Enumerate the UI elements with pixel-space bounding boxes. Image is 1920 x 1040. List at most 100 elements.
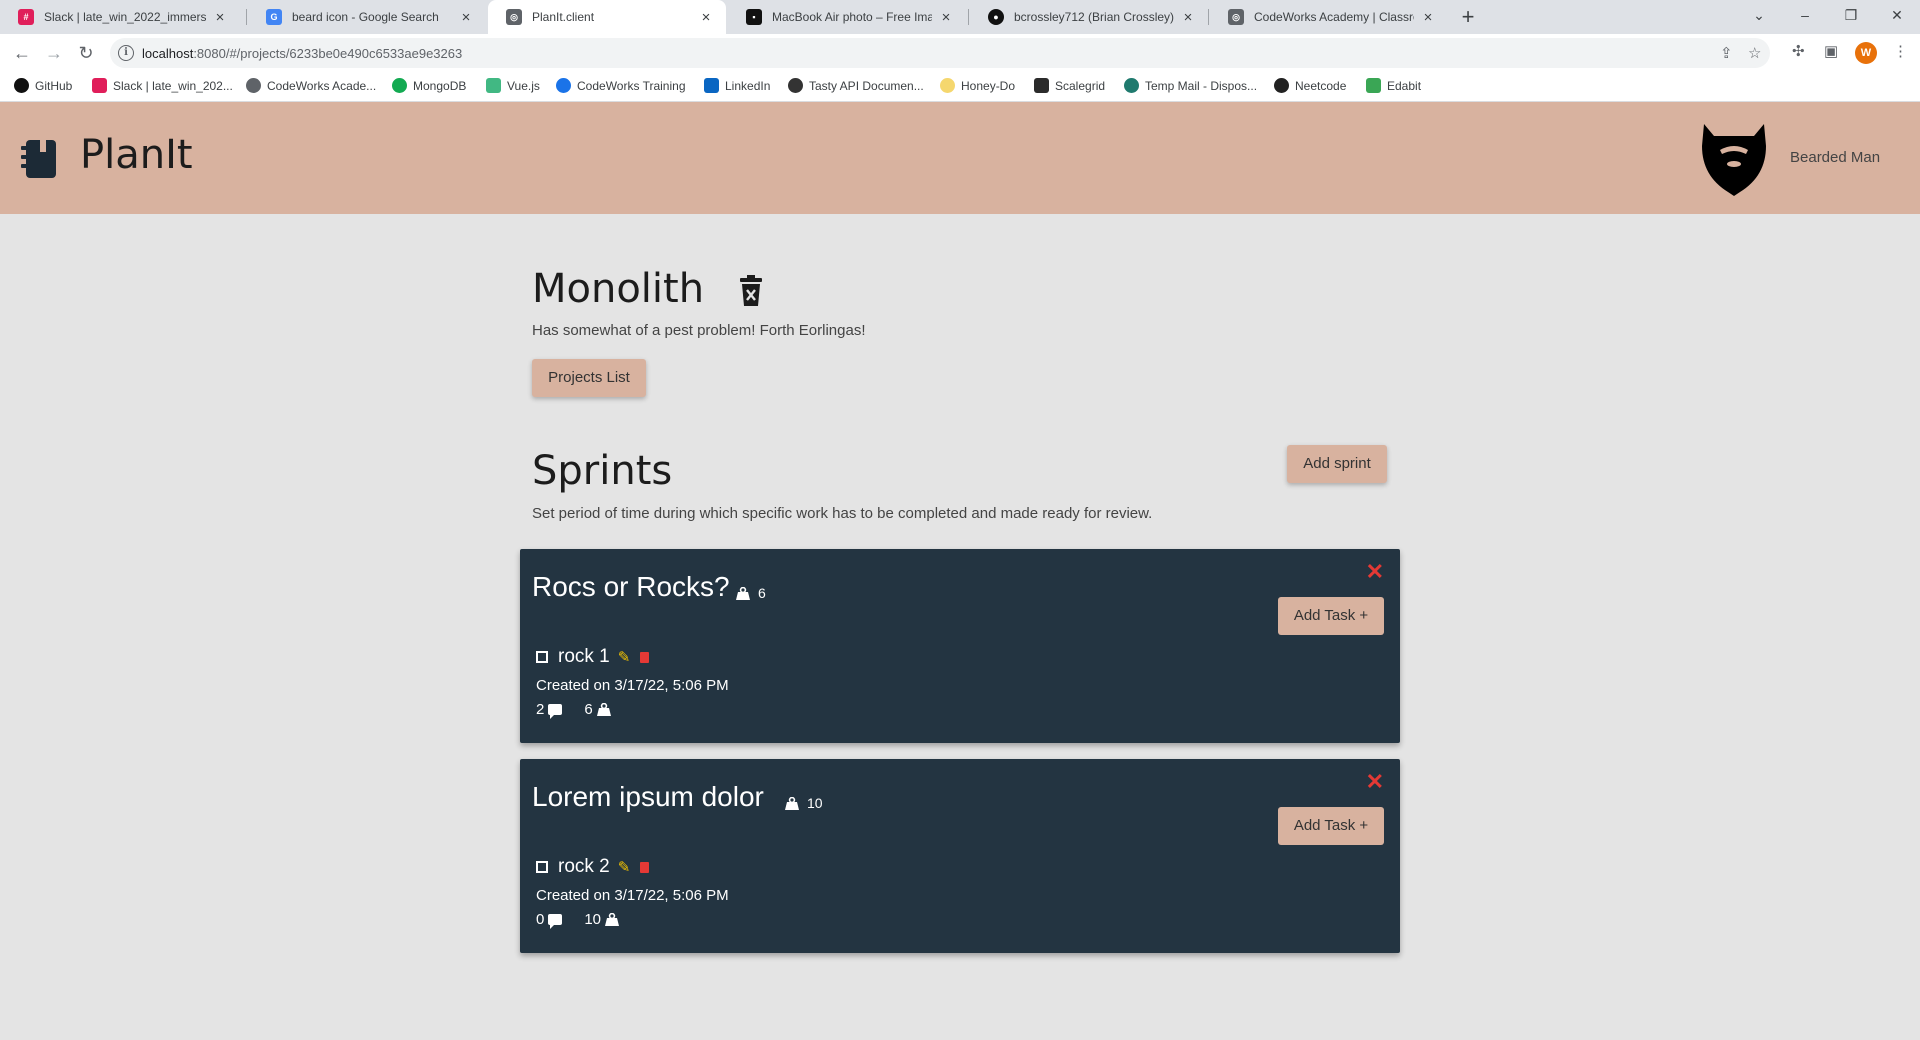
site-info-icon[interactable]: i bbox=[118, 45, 134, 61]
notes-chat-icon[interactable] bbox=[548, 704, 563, 719]
slack-icon: # bbox=[18, 9, 34, 25]
bookmark-label: GitHub bbox=[35, 78, 73, 93]
edit-pencil-icon[interactable]: ✎ bbox=[618, 858, 631, 876]
bookmark-label: CodeWorks Training bbox=[577, 78, 686, 93]
minimize-button[interactable]: – bbox=[1782, 0, 1828, 30]
close-tab-icon[interactable]: × bbox=[458, 9, 474, 26]
task-checkbox[interactable] bbox=[536, 651, 548, 663]
vue-icon bbox=[486, 78, 501, 93]
task-notes-count: 0 bbox=[536, 911, 545, 928]
codeworks-icon: ◎ bbox=[506, 9, 522, 25]
beard-avatar-icon[interactable] bbox=[1700, 120, 1768, 196]
bookmark-edabit[interactable]: Edabit bbox=[1366, 78, 1421, 93]
bookmark-codeworks-academy[interactable]: CodeWorks Acade... bbox=[246, 78, 376, 93]
add-sprint-button[interactable]: Add sprint bbox=[1287, 445, 1387, 483]
side-panel-icon[interactable]: ▣ bbox=[1824, 42, 1838, 60]
add-task-button[interactable]: Add Task + bbox=[1278, 597, 1384, 635]
brand-title[interactable]: PlanIt bbox=[80, 132, 193, 178]
sprint-name: Lorem ipsum dolor bbox=[532, 781, 764, 812]
url-text: localhost:8080/#/projects/6233be0e490c65… bbox=[142, 46, 462, 61]
edit-pencil-icon[interactable]: ✎ bbox=[618, 648, 631, 666]
scalegrid-icon bbox=[1034, 78, 1049, 93]
bookmark-honey-do[interactable]: Honey-Do bbox=[940, 78, 1015, 93]
bookmark-temp-mail[interactable]: Temp Mail - Dispos... bbox=[1124, 78, 1257, 93]
tab-search-icon[interactable]: ⌄ bbox=[1736, 0, 1782, 30]
extensions-icon[interactable]: ✣ bbox=[1792, 42, 1805, 60]
back-button[interactable]: ← bbox=[8, 39, 36, 67]
browser-tab-planit[interactable]: ◎ PlanIt.client × bbox=[488, 0, 726, 34]
address-bar: ← → ↻ i localhost:8080/#/projects/6233be… bbox=[0, 34, 1920, 71]
browser-tab-unsplash[interactable]: ▪ MacBook Air photo – Free Image × bbox=[728, 0, 966, 34]
task-name[interactable]: rock 2 bbox=[558, 856, 610, 878]
task-name[interactable]: rock 1 bbox=[558, 646, 610, 668]
delete-sprint-button[interactable]: ✕ bbox=[1366, 769, 1384, 795]
delete-project-trash-icon[interactable] bbox=[738, 275, 764, 307]
neetcode-icon bbox=[1274, 78, 1289, 93]
bookmark-neetcode[interactable]: Neetcode bbox=[1274, 78, 1346, 93]
bookmark-label: Tasty API Documen... bbox=[809, 78, 924, 93]
tab-divider bbox=[1208, 9, 1209, 25]
close-tab-icon[interactable]: × bbox=[1180, 9, 1196, 26]
menu-icon[interactable]: ⋮ bbox=[1893, 42, 1908, 60]
bookmark-label: LinkedIn bbox=[725, 78, 771, 93]
close-tab-icon[interactable]: × bbox=[938, 9, 954, 26]
restore-button[interactable]: ❐ bbox=[1828, 0, 1874, 30]
github-icon bbox=[14, 78, 29, 93]
delete-sprint-button[interactable]: ✕ bbox=[1366, 559, 1384, 585]
bookmark-label: Edabit bbox=[1387, 78, 1422, 93]
project-description: Has somewhat of a pest problem! Forth Eo… bbox=[532, 322, 866, 339]
close-tab-icon[interactable]: × bbox=[698, 9, 714, 26]
task-notes-count: 2 bbox=[536, 701, 545, 718]
notebook-logo-icon[interactable] bbox=[20, 138, 58, 180]
tab-label: Slack | late_win_2022_immersive bbox=[44, 10, 206, 24]
browser-tab-slack[interactable]: # Slack | late_win_2022_immersive × bbox=[0, 0, 240, 34]
close-tab-icon[interactable]: × bbox=[1420, 9, 1436, 26]
bookmark-linkedin[interactable]: LinkedIn bbox=[704, 78, 770, 93]
sprints-heading: Sprints bbox=[532, 448, 673, 494]
bookmark-vuejs[interactable]: Vue.js bbox=[486, 78, 540, 93]
close-window-button[interactable]: ✕ bbox=[1874, 0, 1920, 30]
weight-icon bbox=[596, 703, 611, 716]
browser-tab-google[interactable]: G beard icon - Google Search × bbox=[248, 0, 486, 34]
profile-avatar[interactable]: W bbox=[1855, 42, 1877, 64]
bookmark-star-icon[interactable]: ☆ bbox=[1748, 44, 1761, 62]
task-created-date: Created on 3/17/22, 5:06 PM bbox=[536, 887, 729, 904]
delete-task-trash-icon[interactable] bbox=[640, 651, 650, 663]
bookmark-label: MongoDB bbox=[413, 78, 467, 93]
app-navbar: PlanIt Bearded Man bbox=[0, 102, 1920, 214]
bookmark-label: Neetcode bbox=[1295, 78, 1347, 93]
delete-task-trash-icon[interactable] bbox=[640, 861, 650, 873]
task-checkbox[interactable] bbox=[536, 861, 548, 873]
url-host: localhost bbox=[142, 46, 194, 61]
bookmark-slack[interactable]: Slack | late_win_202... bbox=[92, 78, 233, 93]
sprint-card: Rocs or Rocks? 6 ✕ Add Task + rock 1 ✎ C… bbox=[520, 549, 1400, 743]
browser-tab-github[interactable]: ● bcrossley712 (Brian Crossley) × bbox=[970, 0, 1208, 34]
forward-button[interactable]: → bbox=[40, 39, 68, 67]
reload-button[interactable]: ↻ bbox=[72, 39, 100, 67]
add-task-button[interactable]: Add Task + bbox=[1278, 807, 1384, 845]
user-name[interactable]: Bearded Man bbox=[1790, 149, 1880, 166]
tab-label: beard icon - Google Search bbox=[292, 10, 439, 24]
bookmark-scalegrid[interactable]: Scalegrid bbox=[1034, 78, 1105, 93]
notes-chat-icon[interactable] bbox=[548, 914, 563, 929]
new-tab-button[interactable]: + bbox=[1454, 3, 1482, 31]
browser-tab-codeworks[interactable]: ◎ CodeWorks Academy | Classroom × bbox=[1210, 0, 1448, 34]
task-meta: 2 6 bbox=[536, 701, 611, 719]
bookmark-codeworks-training[interactable]: CodeWorks Training bbox=[556, 78, 686, 93]
url-field[interactable]: i localhost:8080/#/projects/6233be0e490c… bbox=[110, 38, 1770, 68]
sprint-weight-value: 6 bbox=[758, 585, 766, 601]
task-item: rock 1 ✎ bbox=[536, 646, 650, 668]
bookmark-tasty-api[interactable]: Tasty API Documen... bbox=[788, 78, 924, 93]
project-title: Monolith bbox=[532, 266, 705, 312]
bookmark-mongodb[interactable]: MongoDB bbox=[392, 78, 466, 93]
tab-label: bcrossley712 (Brian Crossley) bbox=[1014, 10, 1174, 24]
task-weight-value: 6 bbox=[584, 701, 593, 718]
projects-list-button[interactable]: Projects List bbox=[532, 359, 646, 397]
share-icon[interactable]: ⇪ bbox=[1720, 44, 1733, 62]
bookmark-label: Honey-Do bbox=[961, 78, 1016, 93]
bookmark-github[interactable]: GitHub bbox=[14, 78, 72, 93]
tasty-icon bbox=[788, 78, 803, 93]
codeworks-icon bbox=[556, 78, 571, 93]
close-tab-icon[interactable]: × bbox=[212, 9, 228, 26]
bookmark-label: Scalegrid bbox=[1055, 78, 1106, 93]
